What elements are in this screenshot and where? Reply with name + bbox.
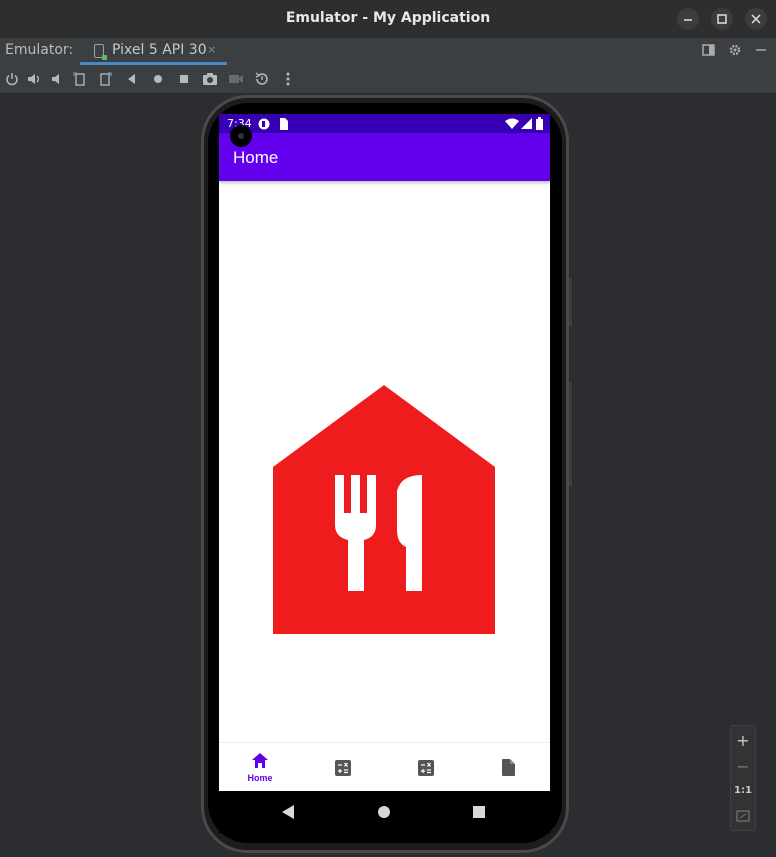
- tab-close-icon[interactable]: ×: [207, 43, 216, 56]
- power-icon[interactable]: [4, 71, 20, 87]
- screenshot-camera-icon[interactable]: [202, 71, 218, 87]
- system-home-icon[interactable]: [378, 806, 390, 818]
- document-icon: [502, 759, 515, 776]
- actual-size-button[interactable]: 1:1: [731, 785, 755, 796]
- snapshot-icon[interactable]: [254, 71, 270, 87]
- home-icon: [252, 753, 268, 768]
- notification-app-icon: [258, 118, 270, 130]
- record-video-icon[interactable]: [228, 71, 244, 87]
- battery-icon: [536, 117, 543, 130]
- overview-icon[interactable]: [176, 71, 192, 87]
- volume-up-icon[interactable]: [26, 71, 42, 87]
- nav-item-calculator-1[interactable]: [302, 743, 384, 791]
- calculator-icon: [418, 760, 434, 776]
- wifi-icon: [505, 118, 519, 129]
- emulator-toolbar: [0, 65, 776, 94]
- rotate-right-icon[interactable]: [97, 71, 113, 87]
- close-icon[interactable]: [745, 8, 767, 30]
- tab-pixel5[interactable]: Pixel 5 API 30 ×: [80, 38, 227, 65]
- emulator-tabbar: Emulator: Pixel 5 API 30 ×: [0, 38, 776, 65]
- restaurant-logo: [273, 385, 495, 634]
- system-back-icon[interactable]: [282, 805, 294, 819]
- nav-item-document[interactable]: [468, 743, 550, 791]
- nav-item-calculator-2[interactable]: [385, 743, 467, 791]
- app-bar: Home: [219, 133, 550, 181]
- front-camera: [230, 125, 252, 147]
- calculator-icon: [335, 760, 351, 776]
- settings-gear-icon[interactable]: [728, 43, 742, 61]
- phone-volume-button[interactable]: [569, 382, 572, 486]
- hide-panel-icon[interactable]: [754, 43, 768, 61]
- zoom-in-button[interactable]: +: [731, 731, 755, 750]
- maximize-icon[interactable]: [711, 8, 733, 30]
- nav-item-home[interactable]: Home: [219, 743, 301, 791]
- back-icon[interactable]: [124, 71, 140, 87]
- volume-down-icon[interactable]: [49, 71, 65, 87]
- window-titlebar: Emulator - My Application: [0, 0, 776, 38]
- zoom-panel: + − 1:1: [730, 725, 756, 831]
- minimize-icon[interactable]: [677, 8, 699, 30]
- device-screen: 7:34 Home Home: [219, 114, 550, 791]
- tab-label: Pixel 5 API 30: [112, 42, 207, 58]
- nav-item-home-label: Home: [247, 773, 273, 783]
- system-navigation-bar: [219, 791, 550, 833]
- window-title: Emulator - My Application: [285, 10, 491, 26]
- cellular-signal-icon: [521, 118, 532, 129]
- layout-icon[interactable]: [702, 43, 716, 61]
- fit-screen-icon[interactable]: [731, 810, 755, 826]
- home-circle-icon[interactable]: [150, 71, 166, 87]
- rotate-left-icon[interactable]: [72, 71, 88, 87]
- more-options-icon[interactable]: [280, 71, 296, 87]
- app-bar-title: Home: [233, 148, 279, 167]
- system-overview-icon[interactable]: [473, 806, 485, 818]
- bottom-navigation: Home: [219, 742, 550, 791]
- sim-card-icon: [280, 118, 288, 130]
- phone-power-button[interactable]: [569, 278, 572, 326]
- zoom-out-button[interactable]: −: [731, 757, 755, 776]
- status-bar: 7:34: [219, 114, 550, 133]
- device-icon: [94, 44, 107, 60]
- emulator-label: Emulator:: [5, 42, 74, 58]
